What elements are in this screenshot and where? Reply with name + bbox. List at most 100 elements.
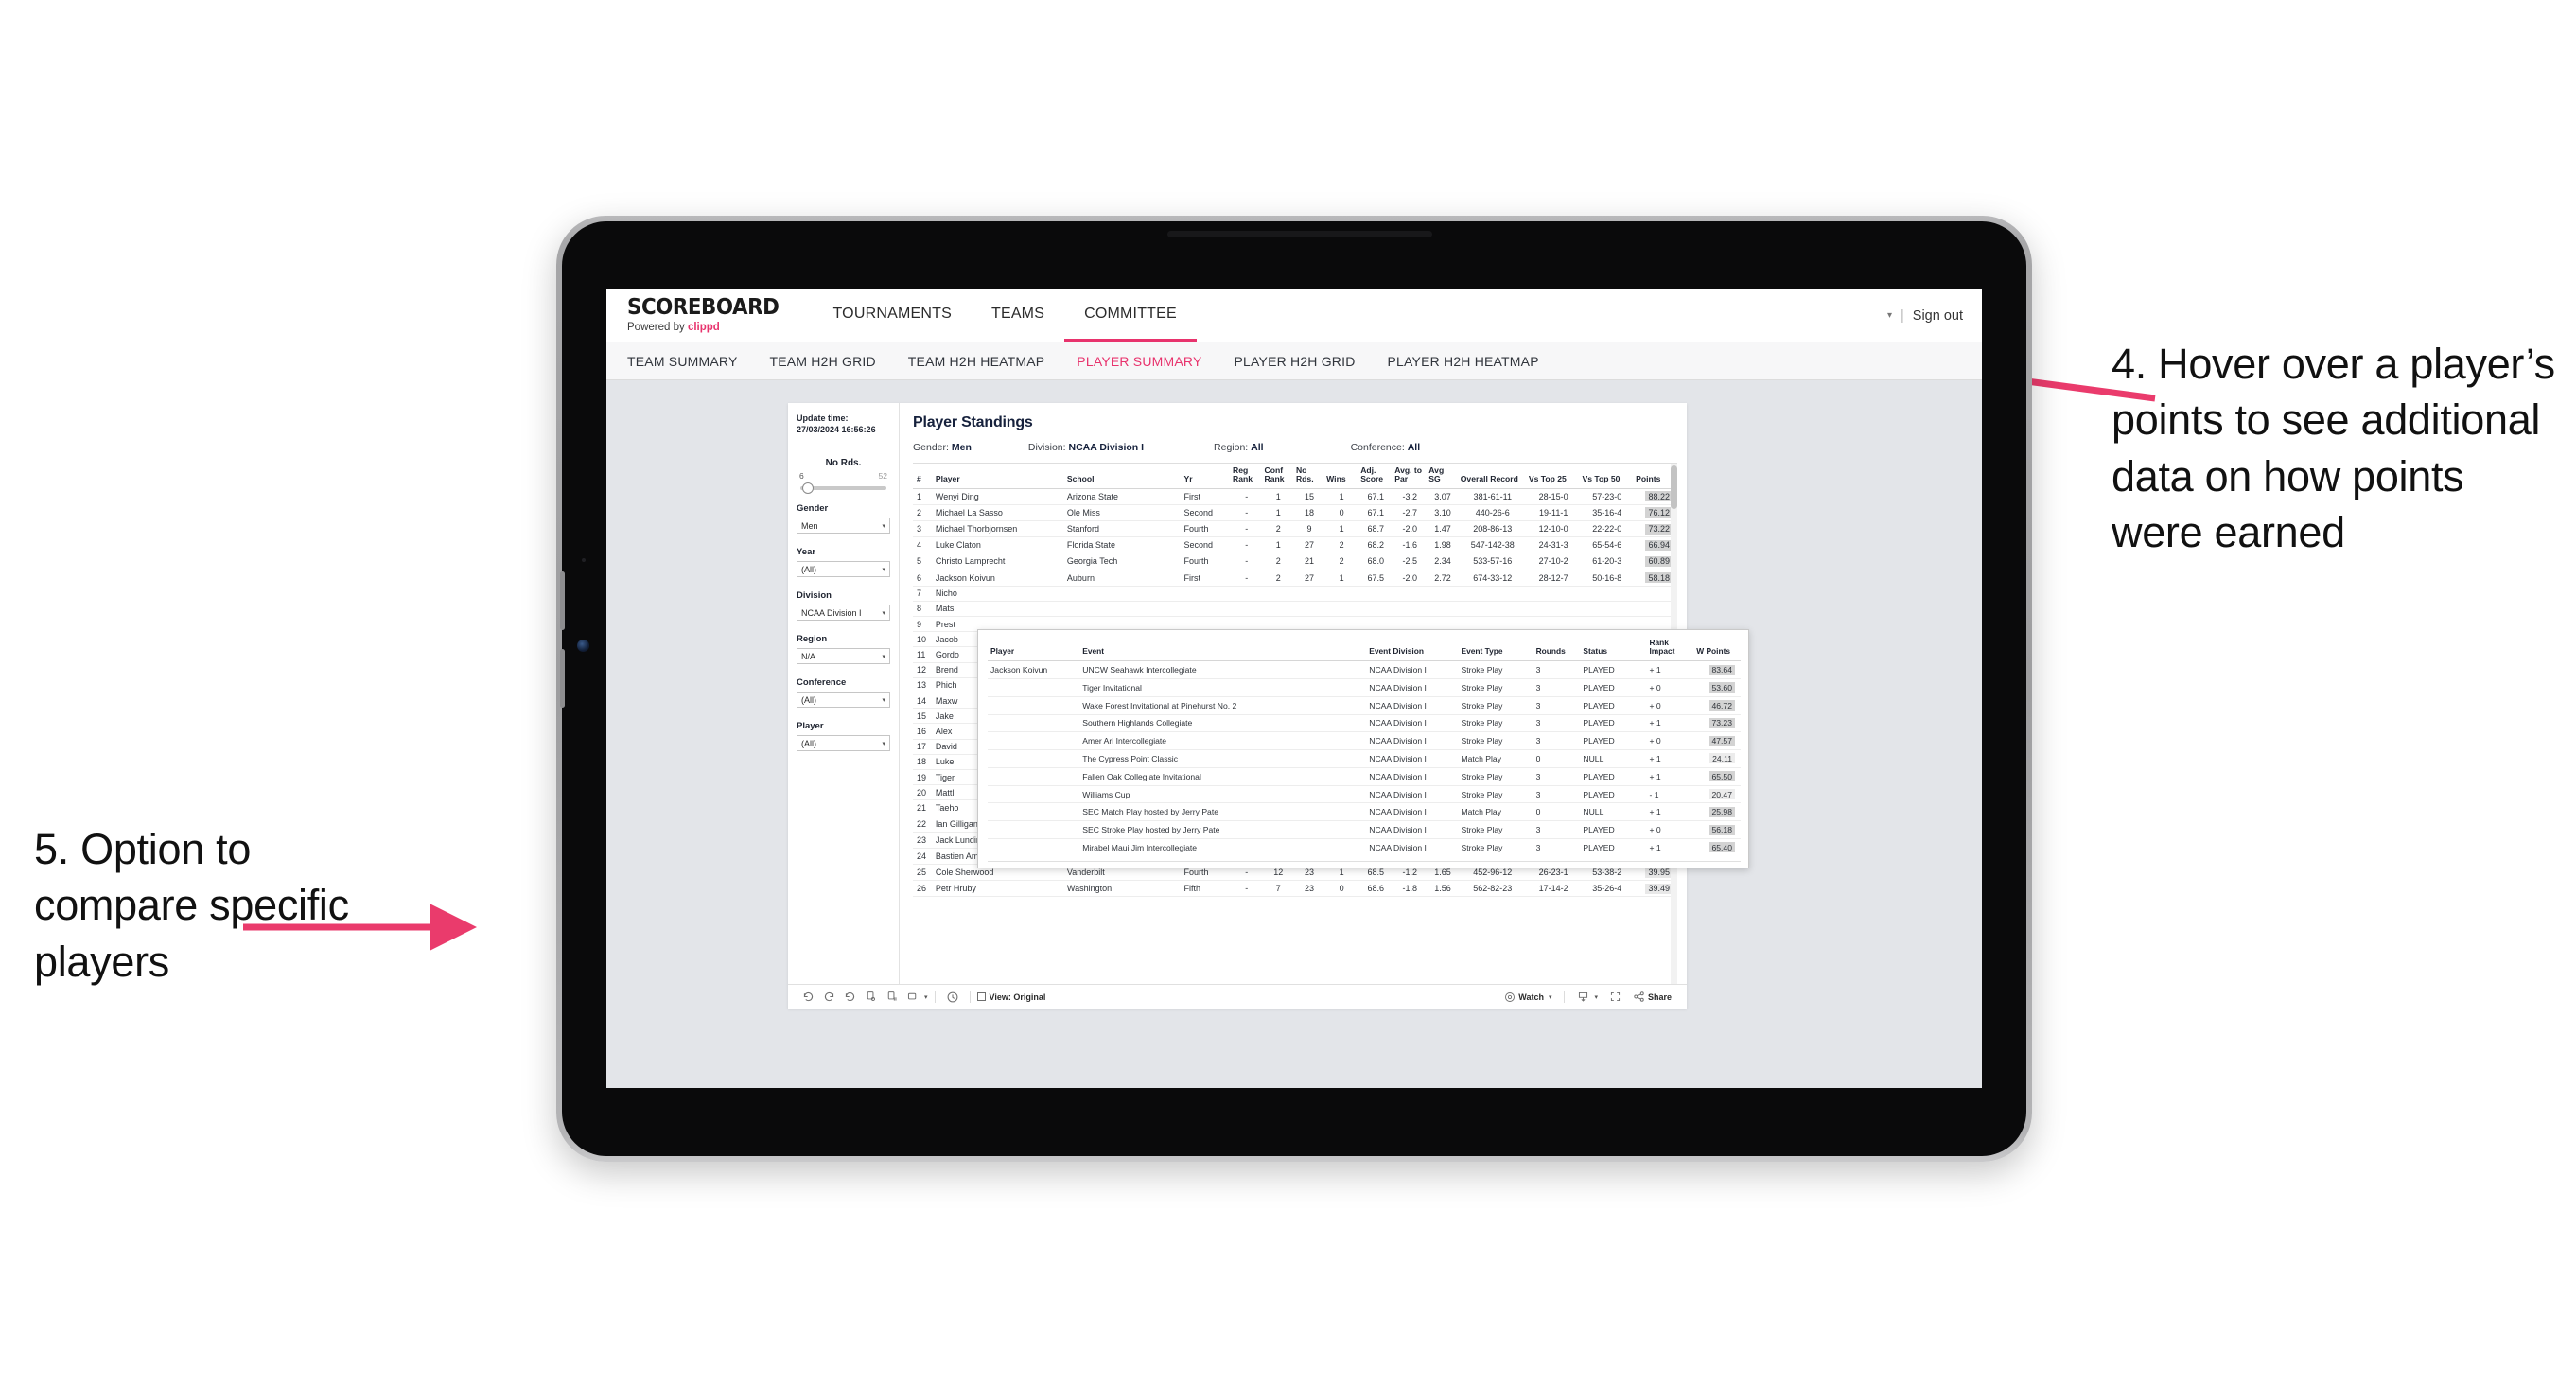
th-overall-record[interactable]: Overall Record: [1458, 464, 1527, 489]
meta-division-label: Division:: [1027, 442, 1066, 453]
nav-item-committee[interactable]: COMMITTEE: [1064, 289, 1197, 342]
brand-logo[interactable]: SCOREBOARD Powered by clippd: [606, 289, 814, 342]
refresh-icon[interactable]: [860, 991, 881, 1003]
cell-reg-rank: -: [1231, 880, 1263, 898]
th-avg-sg[interactable]: Avg SG: [1427, 464, 1459, 489]
th-yr[interactable]: Yr: [1182, 464, 1232, 489]
redo-icon[interactable]: [818, 991, 839, 1003]
cell-rank-number: 18: [913, 754, 934, 770]
filter-division-select[interactable]: NCAA Division I ▾: [797, 605, 890, 622]
cell-school: [1064, 586, 1183, 602]
cell-vs-top-25: 24-31-3: [1526, 536, 1581, 554]
cell-vs-top-50: 50-16-8: [1580, 570, 1635, 587]
tab-team-summary[interactable]: TEAM SUMMARY: [627, 354, 758, 369]
slider-handle[interactable]: [802, 482, 814, 495]
tab-player-h2h-heatmap[interactable]: PLAYER H2H HEATMAP: [1388, 354, 1559, 369]
table-row[interactable]: 7 Nicho: [913, 586, 1677, 602]
table-row[interactable]: 1 Wenyi Ding Arizona State First -1 15 1 67.1 -3…: [913, 488, 1677, 505]
share-button[interactable]: Share: [1627, 991, 1677, 1003]
cell-rank-number: 19: [913, 769, 934, 786]
table-row[interactable]: 3 Michael Thorbjornsen Stanford Fourth -2 9 1 6…: [913, 520, 1677, 538]
powered-by-text: Powered by: [627, 322, 688, 334]
cell-no-rds: [1293, 601, 1325, 618]
dashboard-sheet: Update time: 27/03/2024 16:56:26 No Rds.…: [788, 403, 1749, 1009]
share-view-icon[interactable]: [902, 991, 922, 1003]
view-label: View: Original: [989, 991, 1046, 1002]
cell-player: Christo Lamprecht: [933, 553, 1065, 570]
cell-player: Mats: [933, 601, 1065, 618]
tab-team-h2h-heatmap[interactable]: TEAM H2H HEATMAP: [908, 354, 1065, 369]
tab-player-summary[interactable]: PLAYER SUMMARY: [1077, 354, 1221, 369]
cell-adj-score: [1358, 601, 1393, 618]
tooltip-cell-player: [988, 785, 1080, 804]
nav-item-teams[interactable]: TEAMS: [972, 289, 1064, 342]
nav-item-tournaments[interactable]: TOURNAMENTS: [814, 289, 972, 342]
pause-icon[interactable]: [942, 991, 963, 1004]
fullscreen-button[interactable]: [1603, 991, 1627, 1003]
th-conf-rank[interactable]: Conf Rank: [1262, 464, 1294, 489]
chevron-down-icon[interactable]: ▾: [924, 993, 928, 1001]
table-row[interactable]: 4 Luke Claton Florida State Second -1 27 2 68.2…: [913, 536, 1677, 554]
filter-player-select[interactable]: (All) ▾: [797, 735, 890, 752]
tooltip-cell-w-points: 25.98: [1693, 802, 1741, 822]
pause-refresh-icon[interactable]: [881, 991, 902, 1003]
tooltip-cell-w-points: 46.72: [1693, 696, 1741, 715]
filter-gender-select[interactable]: Men ▾: [797, 518, 890, 535]
cell-no-rds: 15: [1293, 488, 1325, 505]
tooltip-cell-event: Tiger Invitational: [1079, 678, 1367, 697]
meta-region-value: All: [1251, 442, 1264, 453]
filter-year-select[interactable]: (All) ▾: [797, 561, 890, 578]
standings-header-row: # Player School Yr Reg Rank Conf Rank No…: [913, 464, 1677, 489]
tab-player-h2h-grid[interactable]: PLAYER H2H GRID: [1235, 354, 1376, 369]
tab-team-h2h-grid[interactable]: TEAM H2H GRID: [770, 354, 896, 369]
camera-icon: [577, 640, 589, 652]
table-row[interactable]: 6 Jackson Koivun Auburn First -2 27 1 67.5 -2.0 2…: [913, 570, 1677, 587]
table-row[interactable]: 5 Christo Lamprecht Georgia Tech Fourth -2 21…: [913, 553, 1677, 570]
cell-adj-score: 67.1: [1358, 488, 1393, 505]
tooltip-row: SEC Match Play hosted by Jerry Pate NCAA …: [988, 802, 1741, 822]
volume-button[interactable]: [560, 571, 565, 630]
sign-out-link[interactable]: Sign out: [1913, 308, 1963, 324]
chevron-down-icon[interactable]: ▾: [1887, 310, 1892, 321]
watch-button[interactable]: Watch ▾: [1498, 991, 1557, 1003]
tooltip-cell-event-type: Stroke Play: [1458, 785, 1533, 804]
revert-icon[interactable]: [839, 991, 860, 1003]
filter-conference-label: Conference: [797, 677, 847, 689]
no-rounds-slider[interactable]: No Rds. 6 52: [797, 458, 890, 495]
meta-gender: Gender: Men: [913, 442, 972, 453]
view-original-button[interactable]: View: Original: [976, 991, 1046, 1002]
table-row[interactable]: 8 Mats: [913, 601, 1677, 618]
toolbar-right-group: Watch ▾ ▾ Share: [1498, 991, 1677, 1003]
slider-track[interactable]: [800, 482, 886, 495]
meta-region: Region: All: [1214, 442, 1264, 453]
filter-conference-select[interactable]: (All) ▾: [797, 692, 890, 709]
share-label: Share: [1647, 991, 1672, 1002]
th-vs-top-25[interactable]: Vs Top 25: [1526, 464, 1581, 489]
th-avg-to-par[interactable]: Avg. to Par: [1393, 464, 1428, 489]
power-button[interactable]: [560, 649, 565, 708]
table-row[interactable]: 26 Petr Hruby Washington Fifth -7 23 0 68.6 -1.8…: [913, 880, 1677, 898]
th-player[interactable]: Player: [933, 464, 1065, 489]
scrollbar-thumb[interactable]: [1671, 465, 1677, 509]
filter-summary-row: Gender: Men Division: NCAA Division I Re…: [913, 442, 1677, 453]
cell-vs-top-50: 35-26-4: [1580, 880, 1635, 898]
th-adj-score[interactable]: Adj. Score: [1358, 464, 1393, 489]
th-rank-number[interactable]: #: [913, 464, 934, 489]
tooltip-cell-event-division: NCAA Division I: [1366, 820, 1459, 839]
slider-min-value: 6: [799, 471, 804, 482]
header-right-group: ▾ | Sign out: [1887, 289, 1982, 342]
undo-icon[interactable]: [797, 991, 818, 1003]
table-row[interactable]: 2 Michael La Sasso Ole Miss Second -1 18 0 67.1…: [913, 504, 1677, 521]
filter-region-select[interactable]: N/A ▾: [797, 648, 890, 665]
tooltip-cell-rank-impact: + 1: [1646, 714, 1694, 733]
tooltip-cell-player: [988, 802, 1080, 822]
th-wins[interactable]: Wins: [1324, 464, 1359, 489]
th-no-rds[interactable]: No Rds.: [1293, 464, 1325, 489]
th-reg-rank[interactable]: Reg Rank: [1231, 464, 1263, 489]
tooltip-cell-status: PLAYED: [1580, 785, 1647, 804]
th-vs-top-50[interactable]: Vs Top 50: [1580, 464, 1635, 489]
th-school[interactable]: School: [1064, 464, 1183, 489]
tooltip-cell-rank-impact: + 0: [1646, 678, 1694, 697]
cell-wins: 1: [1324, 570, 1359, 587]
download-button[interactable]: ▾: [1571, 991, 1603, 1003]
